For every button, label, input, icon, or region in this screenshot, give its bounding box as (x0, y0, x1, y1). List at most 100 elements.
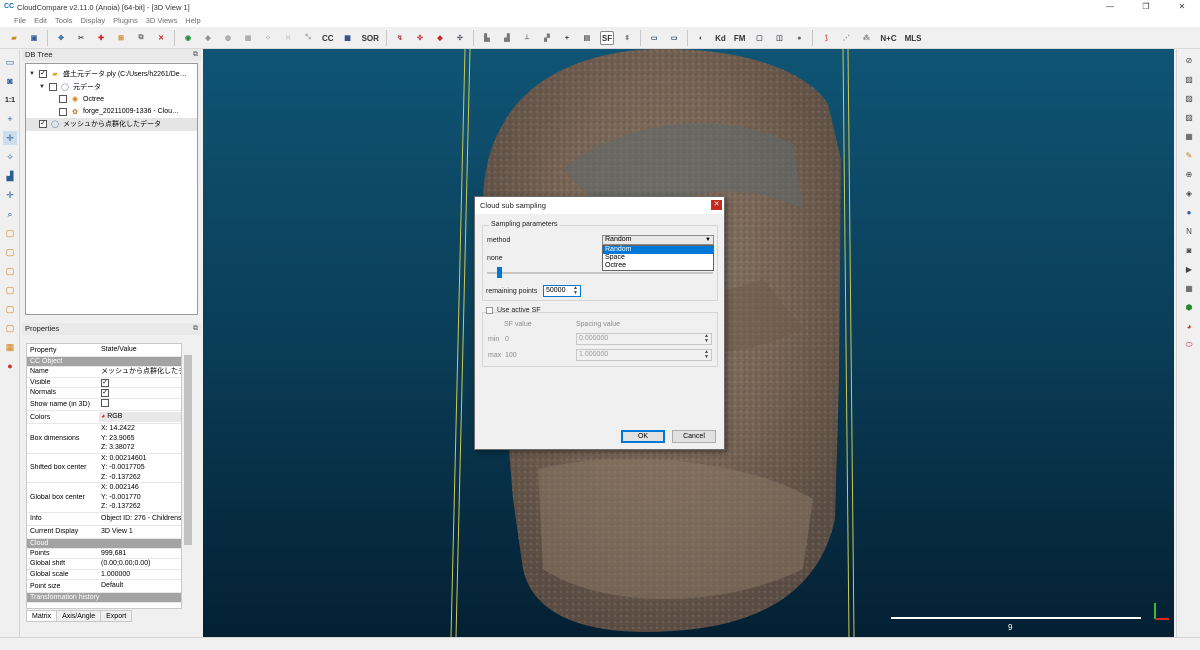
subsample-icon[interactable]: ⁙ (281, 31, 295, 45)
bezier-icon[interactable]: ⟆ (819, 31, 833, 45)
dropdown-option[interactable]: Octree (603, 262, 713, 270)
delete-icon[interactable]: ✕ (154, 31, 168, 45)
tree-checkbox[interactable]: ✓ (39, 70, 47, 79)
pivot-icon[interactable]: ✛ (3, 131, 17, 145)
view-left-icon[interactable]: ▢ (3, 264, 17, 278)
sor-filter-button[interactable]: SOR (361, 31, 380, 45)
dropdown-option[interactable]: Space (603, 254, 713, 262)
points-icon[interactable]: ⋰ (839, 31, 853, 45)
colors-icon[interactable]: ● (3, 359, 17, 373)
align-icon[interactable]: ↯ (393, 31, 407, 45)
tree-item-selected[interactable]: ✓ ◯ メッシュから点群化したデータ (26, 118, 197, 131)
north-arrow-icon[interactable]: N (1182, 224, 1196, 238)
sf-arrow-icon[interactable]: ⬍ (620, 31, 634, 45)
view-iso-icon[interactable]: ▦ (3, 340, 17, 354)
tab-export[interactable]: Export (100, 610, 133, 622)
rotate-icon[interactable]: ✧ (3, 150, 17, 164)
properties-scrollbar[interactable] (183, 343, 193, 633)
cube-view-icon[interactable]: ▟ (3, 169, 17, 183)
histogram-icon[interactable]: ▙ (480, 31, 494, 45)
tree-item[interactable]: ✿ forge_20211009-1336 - Clou… (26, 106, 197, 119)
kd-button[interactable]: Kd (714, 31, 727, 45)
view-front-icon[interactable]: ▢ (3, 226, 17, 240)
move-icon[interactable]: ✛ (3, 188, 17, 202)
shield-icon[interactable]: ◈ (201, 31, 215, 45)
ok-button[interactable]: OK (621, 430, 665, 443)
ransac-icon[interactable]: ◐ (694, 31, 708, 45)
fm-button[interactable]: FM (733, 31, 747, 45)
texture-icon[interactable]: ▩ (241, 31, 255, 45)
tree-checkbox[interactable]: ✓ (39, 120, 47, 129)
canupo-classify-icon[interactable]: ▭ (667, 31, 681, 45)
compass-icon[interactable]: ⊕ (1182, 167, 1196, 181)
sampling-slider-track[interactable] (487, 272, 713, 274)
distance-icon[interactable]: ⟂ (520, 31, 534, 45)
pick-rotation-center-icon[interactable]: ✚ (94, 31, 108, 45)
ellipse-icon[interactable]: ⬭ (1182, 338, 1196, 352)
zoom-1-1-button[interactable]: 1:1 (3, 93, 17, 107)
camera-icon[interactable]: ◙ (1182, 243, 1196, 257)
segment-icon[interactable]: ✂ (74, 31, 88, 45)
window-icon[interactable]: ▢ (752, 31, 766, 45)
menu-display[interactable]: Display (77, 14, 110, 27)
hexagon-icon[interactable]: ⬢ (1182, 300, 1196, 314)
tab-axis-angle[interactable]: Axis/Angle (56, 610, 102, 622)
sample-points-icon[interactable]: ◉ (181, 31, 195, 45)
dialog-close-button[interactable]: ✕ (711, 200, 722, 210)
sampling-slider-thumb[interactable] (497, 267, 502, 278)
cross-icon[interactable]: ✣ (453, 31, 467, 45)
fill-icon[interactable]: ◍ (221, 31, 235, 45)
tree-item[interactable]: ▼ ◯ 元データ (26, 81, 197, 94)
tree-checkbox[interactable] (49, 82, 57, 91)
tree-checkbox[interactable] (59, 107, 67, 116)
rgb-icon[interactable]: ◕ (1182, 319, 1196, 333)
normals-checkbox[interactable]: ✓ (101, 389, 109, 397)
close-window-button[interactable]: ✕ (1164, 0, 1200, 14)
grid-icon[interactable]: ▦ (1182, 129, 1196, 143)
monitor-icon[interactable]: ▭ (3, 55, 17, 69)
property-value[interactable]: メッシュから点群化したデータ (99, 367, 181, 377)
brush-icon[interactable]: ✎ (1182, 148, 1196, 162)
scrollbar-thumb[interactable] (184, 355, 192, 545)
view-right-icon[interactable]: ▢ (3, 283, 17, 297)
sf-button[interactable]: SF (599, 31, 615, 45)
float-panel-icon[interactable]: ⧉ (193, 49, 198, 61)
no-entry-icon[interactable]: ⊘ (1182, 53, 1196, 67)
dropdown-option[interactable]: Random (603, 246, 713, 254)
translate-rotate-icon[interactable]: ✥ (54, 31, 68, 45)
point-pair-icon[interactable]: ✜ (413, 31, 427, 45)
tree-item[interactable]: ◉ Octree (26, 93, 197, 106)
save-icon[interactable]: ▣ (27, 31, 41, 45)
tree-item[interactable]: ▼ ✓ ▰ 盛土元データ.ply (C:/Users/h2261/De… (26, 68, 197, 81)
image3-icon[interactable]: ▨ (1182, 110, 1196, 124)
menu-help[interactable]: Help (181, 14, 204, 27)
minimize-button[interactable]: — (1092, 0, 1128, 14)
tree-checkbox[interactable] (59, 95, 67, 104)
mls-button[interactable]: MLS (904, 31, 923, 45)
clone-icon[interactable]: ⧉ (134, 31, 148, 45)
view-bottom-icon[interactable]: ▢ (3, 321, 17, 335)
cube-icon[interactable]: ◆ (433, 31, 447, 45)
float-panel-icon[interactable]: ⧉ (193, 323, 198, 335)
spin-arrows-icon[interactable]: ▲ ▼ (572, 286, 579, 296)
max-spacing-input[interactable]: 1.000000 ▲ ▼ (576, 349, 712, 361)
expand-arrow-icon[interactable]: ▼ (38, 84, 46, 90)
merge-icon[interactable]: ⊞ (114, 31, 128, 45)
video-icon[interactable]: ▶ (1182, 262, 1196, 276)
view-top-icon[interactable]: ▢ (3, 302, 17, 316)
crosshair-icon[interactable]: + (3, 112, 17, 126)
table-icon[interactable]: ▤ (580, 31, 594, 45)
sphere-icon[interactable]: ● (1182, 205, 1196, 219)
sphere-icon[interactable]: ● (792, 31, 806, 45)
menu-3d-views[interactable]: 3D Views (142, 14, 182, 27)
stats-icon[interactable]: ▟ (500, 31, 514, 45)
visible-checkbox[interactable]: ✓ (101, 378, 109, 387)
scatter2-icon[interactable]: ⁂ (859, 31, 873, 45)
restore-button[interactable]: ❐ (1128, 0, 1164, 14)
show-name-checkbox[interactable] (101, 398, 109, 407)
canupo-create-icon[interactable]: ▭ (647, 31, 661, 45)
shield-icon[interactable]: ◈ (1182, 186, 1196, 200)
tiles-icon[interactable]: ▦ (1182, 281, 1196, 295)
min-spacing-input[interactable]: 0.000000 ▲ ▼ (576, 333, 712, 345)
point-size-select[interactable]: Default (99, 581, 181, 591)
